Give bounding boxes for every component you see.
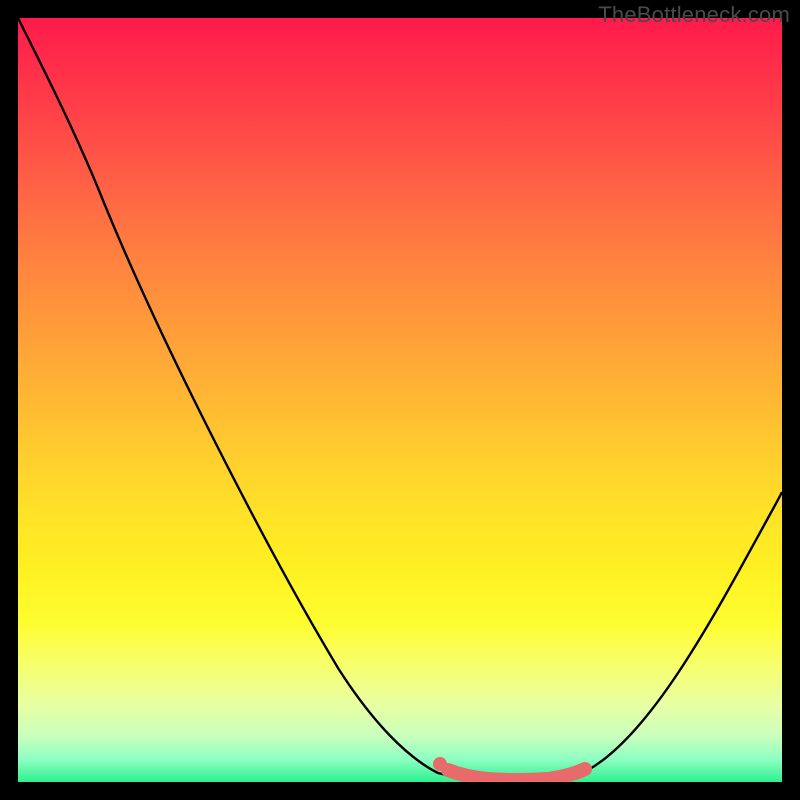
chart-frame: TheBottleneck.com bbox=[0, 0, 800, 800]
watermark-text: TheBottleneck.com bbox=[598, 2, 790, 28]
plot-area bbox=[18, 18, 782, 782]
chart-svg bbox=[18, 18, 782, 782]
bottleneck-curve bbox=[18, 18, 782, 782]
optimal-range-marker bbox=[448, 769, 585, 780]
